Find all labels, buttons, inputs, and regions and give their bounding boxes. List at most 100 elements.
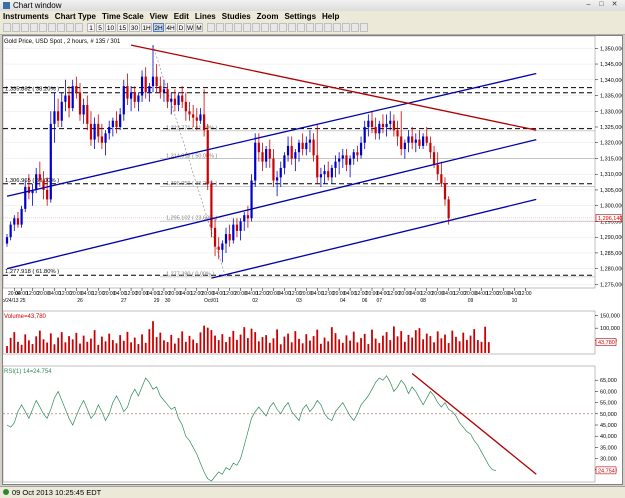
candle-body: [400, 136, 403, 150]
candle-body: [184, 101, 187, 112]
chart-canvas[interactable]: Gold Price, USD Spot , 2 hours, # 135 / …: [0, 35, 624, 484]
volume-bar: [480, 341, 483, 353]
candle-body: [254, 142, 257, 181]
volume-bar: [290, 342, 293, 353]
menu-zoom[interactable]: Zoom: [254, 11, 282, 22]
volume-bar: [301, 343, 304, 353]
drawing-tool-icon[interactable]: [252, 23, 260, 32]
volume-bar: [38, 330, 41, 353]
timeframe-button-m[interactable]: M: [195, 23, 203, 32]
volume-bar: [181, 331, 184, 353]
date-tick-label: 09: [468, 298, 474, 304]
menu-edit[interactable]: Edit: [171, 11, 192, 22]
drawing-tool-icon[interactable]: [270, 23, 278, 32]
volume-bar: [316, 329, 319, 353]
timeframe-button-4h[interactable]: 4H: [165, 23, 176, 32]
timeframe-button-15[interactable]: 15: [117, 23, 128, 32]
candle-body: [221, 243, 224, 250]
drawing-tool-icon[interactable]: [207, 23, 215, 32]
drawing-tool-icon[interactable]: [315, 23, 323, 32]
minimize-icon[interactable]: –: [584, 1, 593, 9]
maximize-icon[interactable]: □: [597, 1, 606, 9]
connection-icon: [3, 489, 9, 495]
volume-bar: [298, 338, 300, 353]
chart-window[interactable]: Gold Price, USD Spot , 2 hours, # 135 / …: [0, 35, 624, 485]
drawing-tool-icon[interactable]: [342, 23, 350, 32]
drawing-tool-icon[interactable]: [216, 23, 224, 32]
date-tick-label: 30: [165, 298, 171, 304]
volume-bar: [294, 331, 297, 353]
drawing-tool-icon[interactable]: [333, 23, 341, 32]
volume-current-label: 43,780: [598, 340, 615, 346]
toolbar-tool-icon[interactable]: [66, 23, 74, 32]
timeframe-button-30[interactable]: 30: [129, 23, 140, 32]
candle-body: [356, 152, 359, 156]
drawing-tool-icon[interactable]: [351, 23, 359, 32]
drawing-tool-icon[interactable]: [360, 23, 368, 32]
candle-body: [49, 123, 52, 200]
price-tick-label: 1,345,000: [600, 62, 622, 68]
menu-lines[interactable]: Lines: [192, 11, 219, 22]
timeframe-button-d[interactable]: D: [177, 23, 185, 32]
candle-body: [257, 142, 260, 153]
volume-bar: [210, 330, 213, 353]
candle-body: [93, 123, 96, 140]
candle-body: [130, 92, 133, 99]
candle-body: [334, 161, 337, 168]
candle-body: [177, 95, 180, 105]
candle-body: [181, 95, 184, 102]
candle-body: [75, 86, 78, 93]
volume-bar: [261, 337, 264, 353]
volume-bar: [49, 333, 52, 353]
volume-bar: [163, 340, 165, 353]
candle-body: [148, 86, 151, 93]
menu-chart-type[interactable]: Chart Type: [52, 11, 99, 22]
candle-body: [279, 167, 282, 178]
timeframe-button-1[interactable]: 1: [87, 23, 95, 32]
drawing-tool-icon[interactable]: [243, 23, 251, 32]
timeframe-button-5[interactable]: 5: [96, 23, 104, 32]
drawing-tool-icon[interactable]: [261, 23, 269, 32]
toolbar-tool-icon[interactable]: [3, 23, 11, 32]
candle-body: [323, 171, 326, 175]
candle-body: [188, 111, 191, 115]
toolbar-tool-icon[interactable]: [39, 23, 47, 32]
timeframe-button-w[interactable]: W: [186, 23, 194, 32]
drawing-tool-icon[interactable]: [288, 23, 296, 32]
candle-body: [224, 234, 228, 244]
candle-body: [126, 86, 129, 99]
drawing-tool-icon[interactable]: [306, 23, 314, 32]
volume-bar: [68, 336, 70, 353]
timeframe-button-2h[interactable]: 2H: [153, 23, 164, 32]
toolbar-tool-icon[interactable]: [21, 23, 29, 32]
toolbar-tool-icon[interactable]: [12, 23, 20, 32]
toolbar-tool-icon[interactable]: [48, 23, 56, 32]
timeframe-button-10[interactable]: 10: [105, 23, 116, 32]
volume-bar: [82, 335, 85, 353]
candle-body: [392, 120, 395, 131]
drawing-tool-icon[interactable]: [234, 23, 242, 32]
candle-body: [268, 149, 271, 159]
menu-help[interactable]: Help: [319, 11, 342, 22]
volume-bar: [28, 340, 30, 353]
toolbar-tool-icon[interactable]: [57, 23, 65, 32]
volume-bar: [374, 338, 377, 353]
drawing-tool-icon[interactable]: [225, 23, 233, 32]
price-tick-label: 1,280,000: [600, 267, 622, 273]
drawing-tool-icon[interactable]: [297, 23, 305, 32]
toolbar-tool-icon[interactable]: [30, 23, 38, 32]
menu-settings[interactable]: Settings: [281, 11, 319, 22]
drawing-tool-icon[interactable]: [324, 23, 332, 32]
volume-bar: [455, 336, 457, 353]
price-panel: Gold Price, USD Spot , 2 hours, # 135 / …: [0, 35, 624, 304]
candle-body: [250, 180, 253, 219]
timeframe-button-1h[interactable]: 1H: [141, 23, 152, 32]
menu-time-scale[interactable]: Time Scale: [99, 11, 147, 22]
menu-instruments[interactable]: Instruments: [0, 11, 52, 22]
menu-studies[interactable]: Studies: [219, 11, 254, 22]
drawing-tool-icon[interactable]: [279, 23, 287, 32]
menu-view[interactable]: View: [147, 11, 171, 22]
close-icon[interactable]: ✕: [610, 1, 619, 9]
toolbar-tool-icon[interactable]: [75, 23, 83, 32]
candle-body: [286, 145, 290, 156]
